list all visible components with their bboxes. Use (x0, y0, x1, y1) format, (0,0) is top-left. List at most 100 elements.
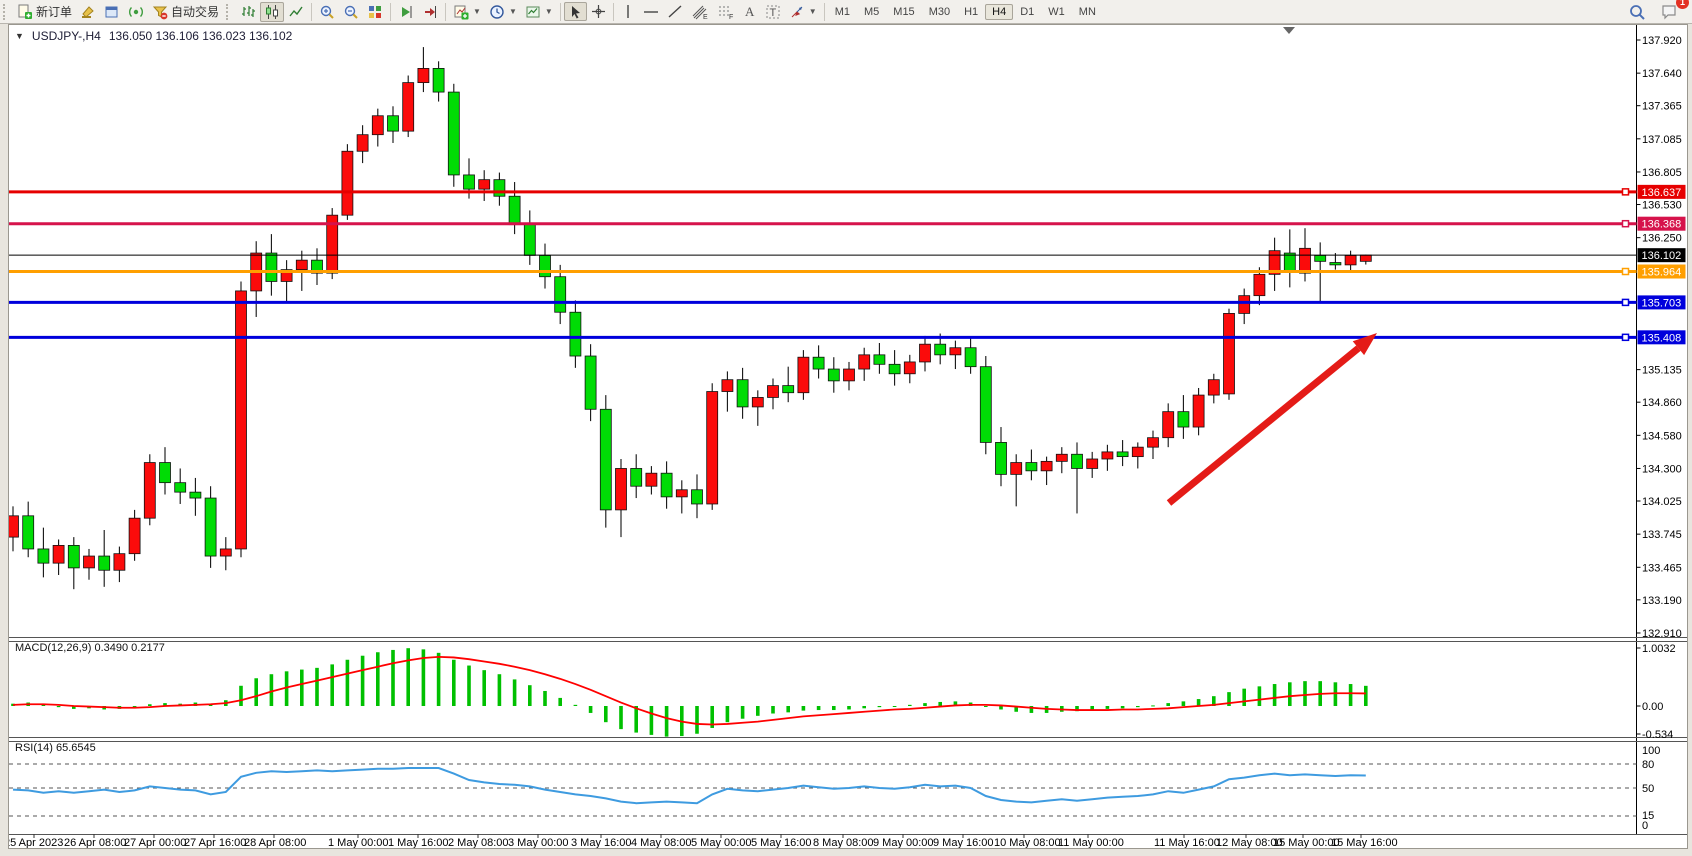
time-label: 15 May 00:00 (1273, 837, 1340, 848)
zoom-out-icon (343, 4, 359, 20)
zoom-in-button[interactable] (315, 2, 339, 22)
timeframe-button-m15[interactable]: M15 (886, 4, 921, 20)
line-handle[interactable] (1623, 269, 1629, 275)
clock-icon (489, 4, 505, 20)
trendline-tool[interactable] (663, 2, 687, 21)
bar-chart-icon (240, 4, 256, 20)
indicators-plus-icon (453, 4, 469, 20)
market-watch-button[interactable] (100, 2, 124, 22)
text-label-icon: T (765, 4, 781, 20)
candlestick-chart-button[interactable] (260, 2, 284, 22)
price-tick-label: 135.135 (1642, 365, 1682, 377)
chart-window: ▼ USDJPY-,H4 136.050 136.106 136.023 136… (8, 24, 1688, 849)
equidistant-channel-tool[interactable]: E (687, 2, 713, 22)
timeframe-button-h1[interactable]: H1 (957, 4, 985, 20)
autotrade-label: 自动交易 (171, 3, 219, 20)
auto-scroll-button[interactable] (394, 2, 418, 22)
chat-bubble-icon (1660, 3, 1678, 21)
text-tool[interactable]: A (739, 2, 761, 21)
price-label-text: 135.964 (1642, 267, 1682, 279)
chart-canvas[interactable]: 137.920137.640137.365137.085136.805136.5… (9, 25, 1687, 848)
fibonacci-tool[interactable]: F (713, 2, 739, 22)
chart-shift-button[interactable] (418, 2, 442, 22)
zoom-out-button[interactable] (339, 2, 363, 22)
trendline-icon (667, 4, 683, 19)
macd-axis-label: -0.534 (1642, 729, 1673, 741)
tile-windows-button[interactable] (363, 2, 387, 22)
templates-button[interactable]: ▼ (521, 2, 557, 22)
price-tick-label: 134.025 (1642, 496, 1682, 508)
search-button[interactable] (1624, 1, 1650, 23)
time-label: 1 May 00:00 (328, 837, 389, 848)
template-icon (525, 4, 541, 20)
channel-icon: E (691, 4, 709, 20)
templates-caret-icon: ▼ (545, 7, 553, 16)
timeframe-button-d1[interactable]: D1 (1013, 4, 1041, 20)
price-tick-label: 137.920 (1642, 35, 1682, 47)
timeframe-button-h4[interactable]: H4 (985, 4, 1013, 20)
time-label: 3 May 16:00 (571, 837, 632, 848)
time-label: 27 Apr 00:00 (124, 837, 186, 848)
chat-badge: 1 (1676, 0, 1689, 9)
toolbar-grip[interactable] (3, 4, 10, 20)
chart-title: ▼ USDJPY-,H4 136.050 136.106 136.023 136… (15, 29, 292, 43)
chart-shift-marker[interactable] (1283, 27, 1295, 34)
candlestick-chart-icon (264, 4, 280, 20)
price-label-text: 135.408 (1642, 332, 1682, 344)
window-icon (104, 4, 120, 20)
timeframe-button-m1[interactable]: M1 (828, 4, 857, 20)
time-label: 5 May 00:00 (691, 837, 752, 848)
arrows-caret-icon: ▼ (809, 7, 817, 16)
indicators-button[interactable]: ▼ (449, 2, 485, 22)
timeframe-button-m30[interactable]: M30 (922, 4, 957, 20)
autotrade-icon (152, 4, 168, 20)
time-label: 26 Apr 08:00 (64, 837, 126, 848)
line-handle[interactable] (1623, 221, 1629, 227)
bar-chart-button[interactable] (236, 2, 260, 22)
line-handle[interactable] (1623, 299, 1629, 305)
price-label-text: 136.637 (1642, 187, 1682, 199)
price-label-text: 135.703 (1642, 297, 1682, 309)
price-tick-label: 137.365 (1642, 101, 1682, 113)
line-chart-button[interactable] (284, 2, 308, 22)
signal-icon (128, 4, 144, 20)
timeframe-button-w1[interactable]: W1 (1041, 4, 1072, 20)
text-label-tool[interactable]: T (761, 2, 785, 22)
vertical-line-tool[interactable] (617, 2, 639, 21)
toolbar-grip[interactable] (226, 4, 233, 20)
time-label: 2 May 08:00 (448, 837, 509, 848)
cursor-tool-button[interactable] (564, 2, 587, 21)
collapse-triangle-icon[interactable]: ▼ (15, 31, 24, 41)
rsi-axis-label: 80 (1642, 759, 1654, 771)
horizontal-line-tool[interactable] (639, 2, 663, 21)
toolbar-separator (824, 3, 825, 21)
crosshair-tool-button[interactable] (587, 2, 610, 21)
arrows-icon (789, 4, 805, 20)
price-tick-label: 136.805 (1642, 167, 1682, 179)
timeframe-button-mn[interactable]: MN (1072, 4, 1103, 20)
stamp-icon (80, 4, 96, 20)
toolbar-separator (390, 3, 391, 21)
price-tick-label: 132.910 (1642, 628, 1682, 640)
chat-button[interactable]: 1 (1656, 1, 1682, 23)
signal-button[interactable] (124, 2, 148, 22)
arrows-tool[interactable]: ▼ (785, 2, 821, 22)
toolbar: 新订单 自动交易 (0, 0, 1692, 24)
new-order-button[interactable]: 新订单 (13, 1, 76, 22)
line-handle[interactable] (1623, 189, 1629, 195)
timeframes-menu-button[interactable]: ▼ (485, 2, 521, 22)
time-label: 15 May 16:00 (1331, 837, 1398, 848)
macd-signal-line (13, 657, 1366, 725)
stamp-button[interactable] (76, 2, 100, 22)
candles (9, 47, 1371, 589)
line-handle[interactable] (1623, 334, 1629, 340)
autotrade-button[interactable]: 自动交易 (148, 1, 223, 22)
svg-text:F: F (729, 14, 733, 20)
time-label: 27 Apr 16:00 (184, 837, 246, 848)
price-tick-label: 133.190 (1642, 595, 1682, 607)
rsi-line (13, 768, 1366, 803)
time-label: 4 May 08:00 (631, 837, 692, 848)
timeframe-button-m5[interactable]: M5 (857, 4, 886, 20)
mt4-window: 新订单 自动交易 (0, 0, 1692, 856)
macd-axis-label: 1.0032 (1642, 643, 1676, 655)
